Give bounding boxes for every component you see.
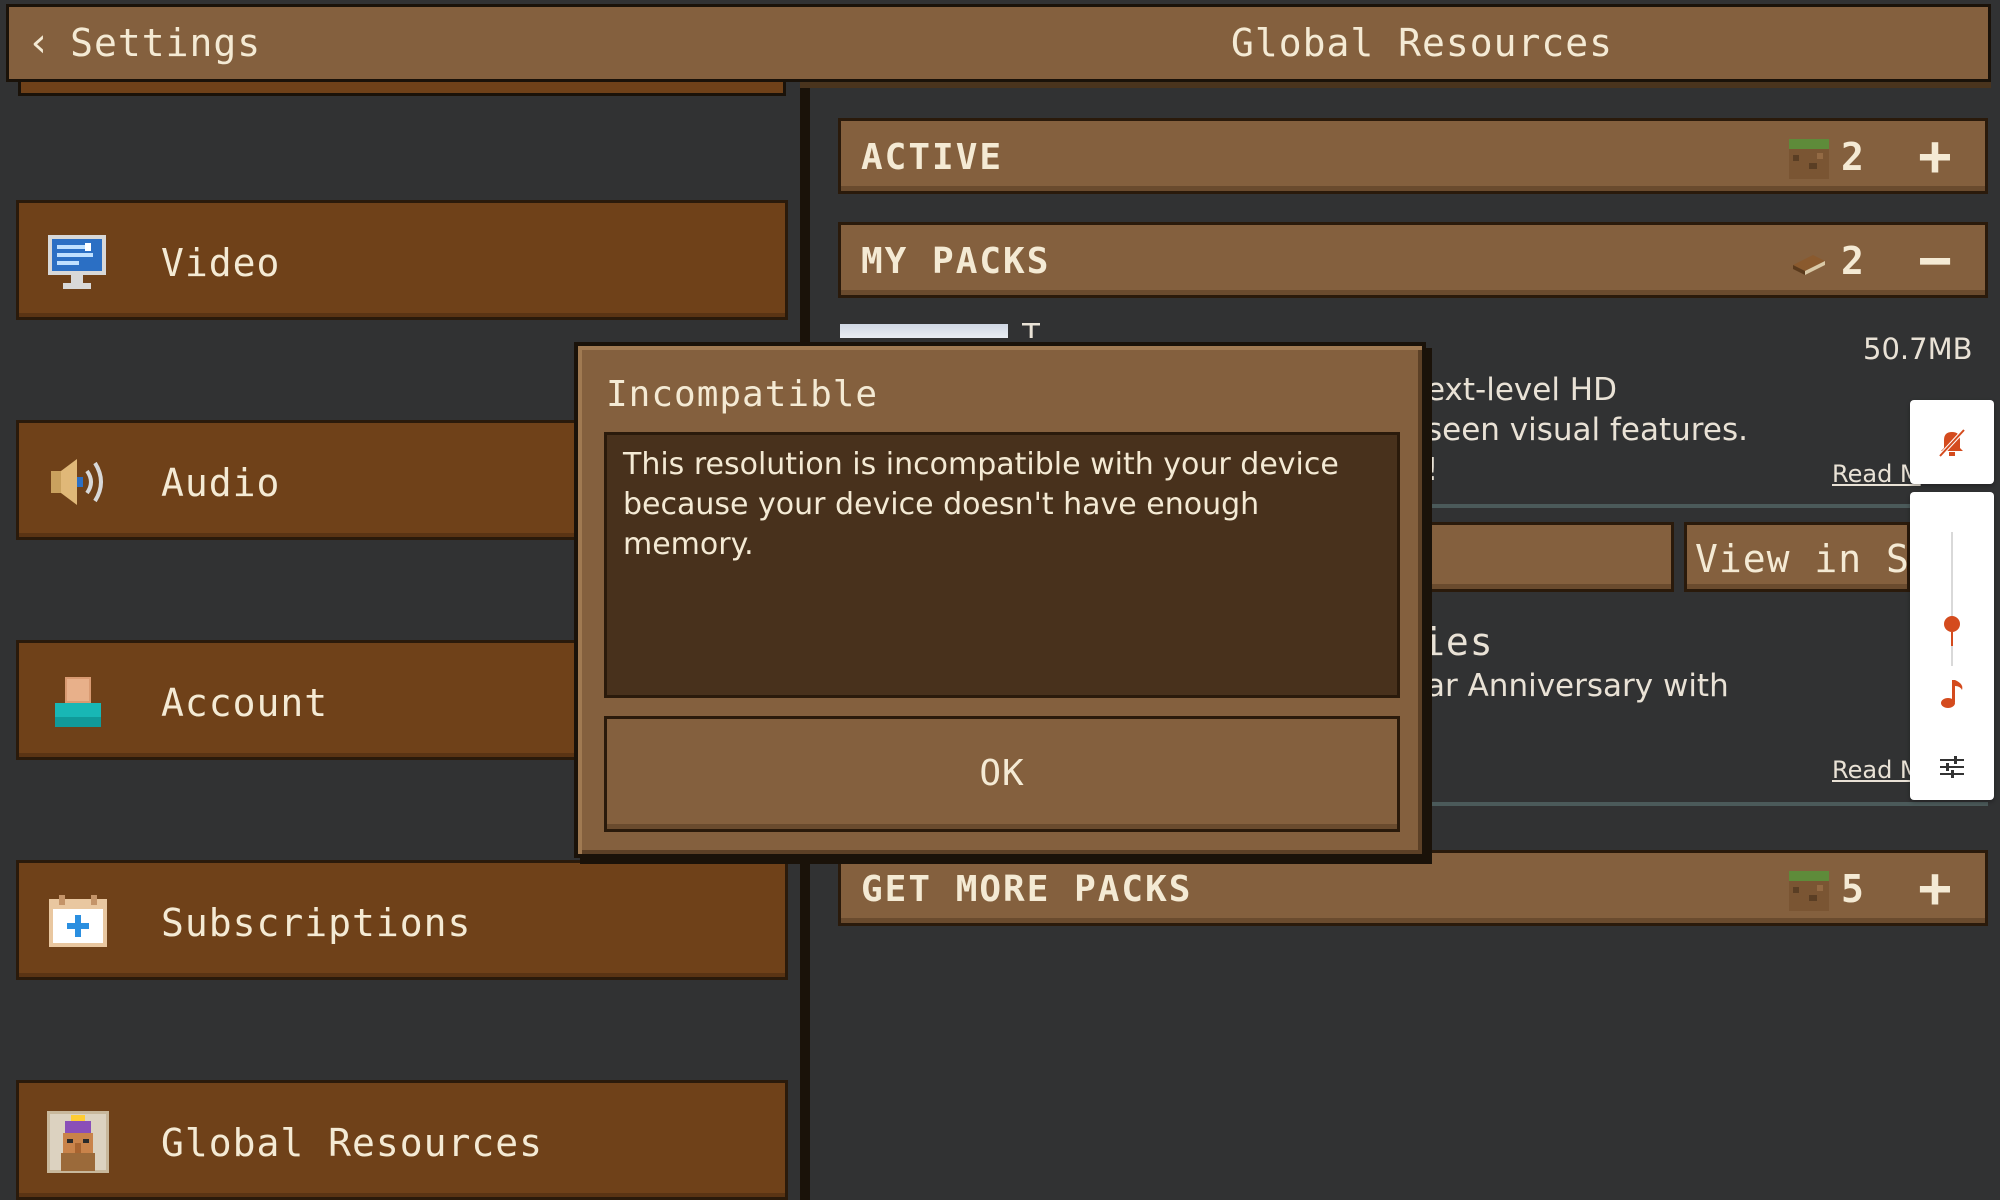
sidebar-item-global-resources[interactable]: Global Resources (16, 1080, 788, 1200)
expand-plus-icon[interactable]: + (1905, 861, 1965, 917)
page-title: Global Resources (1231, 21, 1614, 65)
incompatible-dialog: Incompatible This resolution is incompat… (574, 342, 1426, 858)
sidebar-item-previous[interactable] (18, 82, 786, 96)
section-count: 2 (1841, 239, 1865, 283)
pack-thumbnail[interactable] (840, 324, 1008, 338)
divider (1422, 802, 1988, 806)
bell-off-icon (1938, 428, 1966, 458)
collapse-minus-icon[interactable]: − (1905, 233, 1965, 289)
volume-slider-fill (1951, 632, 1953, 646)
section-title: ACTIVE (861, 137, 1004, 178)
pack-description-line: ! (1426, 452, 1439, 488)
volume-panel (1910, 492, 1994, 800)
section-title: GET MORE PACKS (861, 869, 1193, 910)
pack-size: 50.7MB (1863, 332, 1973, 366)
pack-description-line: seen visual features. (1426, 412, 1748, 448)
view-in-store-label: View in Stor (1695, 537, 1910, 581)
section-title: MY PACKS (861, 241, 1051, 282)
grass-block-icon (1789, 871, 1829, 911)
section-my-packs[interactable]: MY PACKS 2 − (838, 222, 1988, 298)
top-bar: ‹ Settings Global Resources (6, 4, 1991, 82)
pack-settings-button[interactable] (1404, 522, 1674, 592)
read-more-link[interactable]: Read M (1832, 756, 1921, 784)
ok-button[interactable]: OK (604, 716, 1400, 832)
sidebar-item-video[interactable]: Video (16, 200, 788, 320)
sidebar-item-label: Subscriptions (161, 901, 472, 945)
view-in-store-button[interactable]: View in Stor (1684, 522, 1910, 592)
expand-plus-icon[interactable]: + (1905, 129, 1965, 185)
read-more-link[interactable]: Read M (1832, 460, 1921, 488)
calendar-plus-icon (49, 895, 107, 947)
section-get-more-packs[interactable]: GET MORE PACKS 5 + (838, 850, 1988, 926)
user-icon (55, 677, 101, 727)
book-icon (1793, 255, 1825, 275)
music-note-icon[interactable] (1936, 676, 1968, 712)
section-count: 5 (1841, 867, 1865, 911)
chevron-left-icon: ‹ (27, 20, 53, 66)
section-count: 2 (1841, 135, 1865, 179)
mute-toggle-button[interactable] (1910, 400, 1994, 484)
dialog-body: This resolution is incompatible with you… (604, 432, 1400, 698)
sidebar-item-label: Account (161, 681, 329, 725)
back-label: Settings (70, 21, 262, 65)
pack-title-fragment: ies (1422, 620, 1494, 664)
dialog-title: Incompatible (606, 374, 879, 415)
speaker-icon (51, 459, 103, 505)
villager-icon (47, 1111, 109, 1173)
sidebar-item-label: Global Resources (161, 1121, 544, 1165)
divider (1422, 504, 1988, 508)
pack-title-peek: T (1022, 318, 1041, 338)
monitor-icon (48, 235, 106, 289)
grass-block-icon (1789, 139, 1829, 179)
volume-slider-handle[interactable] (1944, 616, 1960, 632)
sidebar-item-subscriptions[interactable]: Subscriptions (16, 860, 788, 980)
section-active[interactable]: ACTIVE 2 + (838, 118, 1988, 194)
ok-label: OK (979, 753, 1025, 794)
dialog-message: This resolution is incompatible with you… (623, 447, 1339, 562)
sidebar-item-label: Audio (161, 461, 281, 505)
back-button[interactable]: ‹ Settings (27, 20, 262, 66)
sidebar-item-label: Video (161, 241, 281, 285)
pack-description-line: ar Anniversary with (1426, 668, 1729, 704)
sliders-icon[interactable] (1938, 754, 1966, 780)
pack-description-line: ext-level HD (1426, 372, 1617, 408)
